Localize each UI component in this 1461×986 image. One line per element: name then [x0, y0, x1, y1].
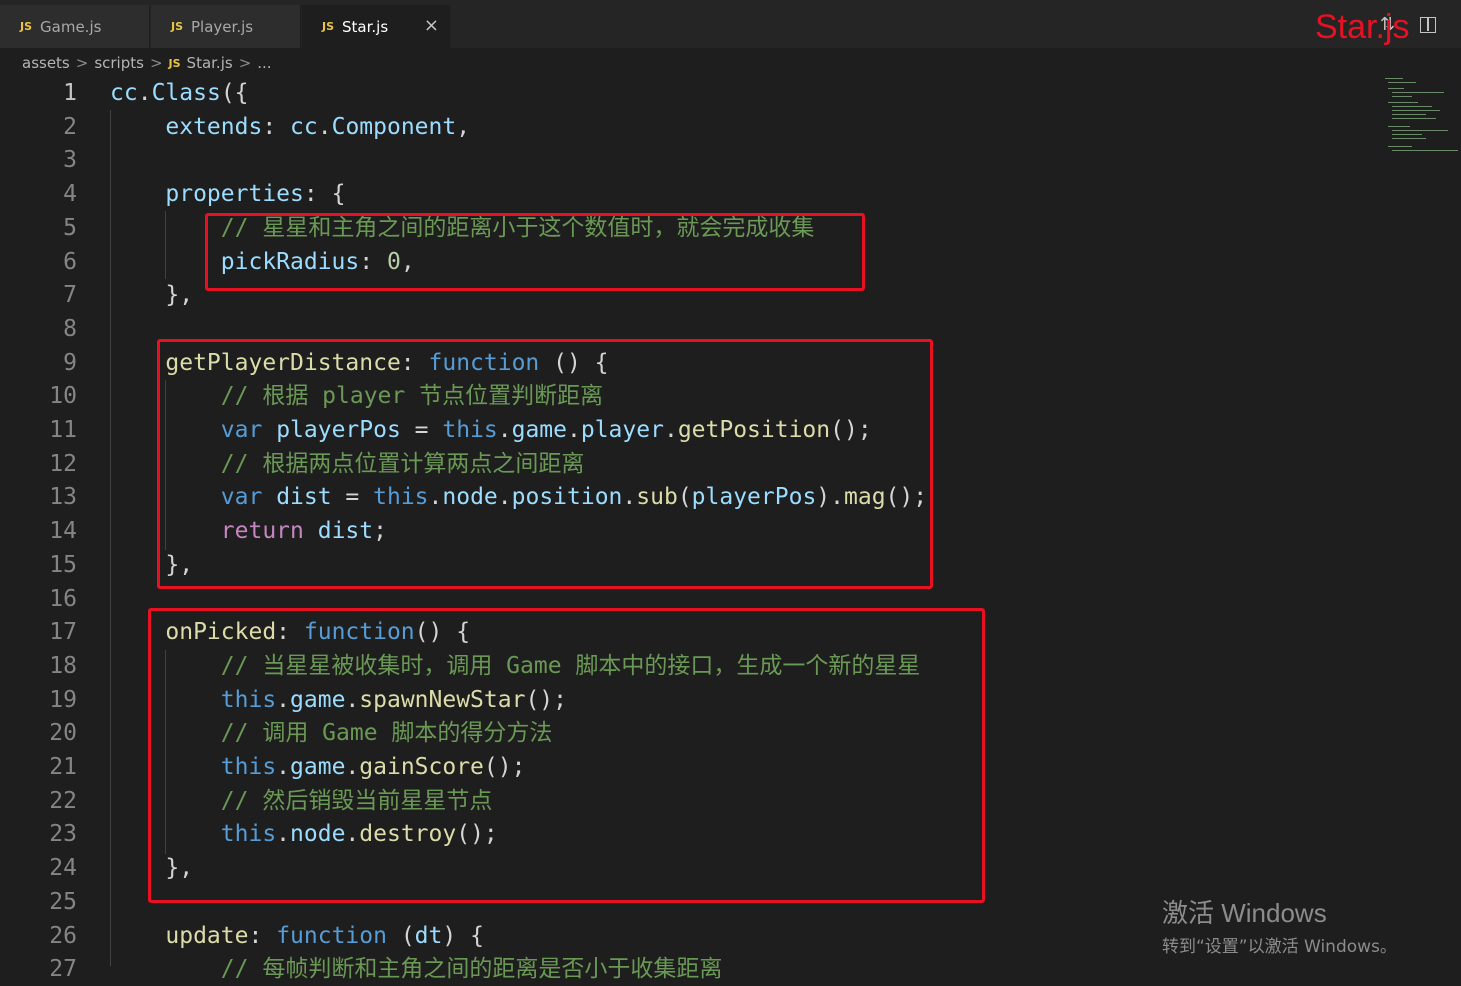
code-token: : [248, 922, 277, 949]
line-number: 22 [49, 787, 77, 814]
code-token: function [276, 922, 387, 949]
code-token: ({ [220, 80, 249, 106]
code-text: // 每帧判断和主角之间的距离是否小于收集距离 [110, 952, 723, 986]
code-editor[interactable]: 1 cc.Class({2 extends: cc.Component, 3 4 pr… [0, 76, 1461, 982]
code-token: : { [303, 181, 346, 208]
highlight-box-properties [205, 213, 865, 291]
line-number: 10 [49, 383, 77, 410]
line-number: 7 [63, 282, 77, 309]
line-number: 3 [63, 147, 77, 174]
code-token: , [456, 113, 471, 140]
chevron-right-icon: > [238, 54, 252, 72]
code-token: Component [331, 113, 457, 140]
windows-activation-watermark: 激活 Windows 转到“设置”以激活 Windows。 [1162, 893, 1397, 957]
line-number: 12 [49, 450, 77, 477]
line-number: 4 [63, 181, 77, 208]
line-number: 20 [49, 720, 77, 747]
code-text: properties: { [110, 177, 345, 211]
line-number: 24 [49, 855, 77, 882]
code-line[interactable]: 3 [0, 143, 1380, 177]
code-text: cc.Class({ [110, 76, 249, 110]
code-token: : [262, 113, 291, 140]
chevron-right-icon: > [75, 54, 89, 72]
line-number: 9 [63, 349, 77, 376]
line-number: 19 [49, 686, 77, 713]
code-token: . [137, 80, 152, 106]
tab-star-js[interactable]: JS Star.js × [302, 5, 450, 48]
line-number: 26 [49, 922, 77, 949]
code-line[interactable]: 4 properties: { [0, 177, 1380, 211]
minimap[interactable] [1380, 76, 1460, 156]
javascript-file-icon: JS [20, 20, 33, 33]
code-text: extends: cc.Component, [110, 110, 470, 144]
code-line[interactable]: 1 cc.Class({ [0, 76, 1380, 110]
code-token: properties [165, 181, 304, 208]
tab-player-js[interactable]: JS Player.js [151, 5, 301, 48]
code-token: cc [110, 80, 138, 106]
watermark-title: 激活 Windows [1162, 898, 1327, 928]
code-token: extends [165, 113, 263, 140]
tab-label: Star.js [342, 17, 389, 36]
tab-game-js[interactable]: JS Game.js [0, 5, 150, 48]
line-number: 17 [49, 619, 77, 646]
line-number: 13 [49, 484, 77, 511]
javascript-file-icon: JS [322, 20, 335, 33]
code-token: }, [110, 282, 194, 309]
close-icon[interactable]: × [424, 15, 439, 36]
breadcrumb-file[interactable]: Star.js [187, 54, 233, 72]
split-editor-icon[interactable] [1420, 17, 1436, 33]
line-number: 11 [49, 417, 77, 443]
code-token: Class [151, 80, 221, 106]
code-token: // 每帧判断和主角之间的距离是否小于收集距离 [220, 956, 723, 983]
code-line[interactable]: 2 extends: cc.Component, [0, 110, 1380, 144]
line-number: 16 [49, 585, 77, 612]
highlight-box-get-player-distance [157, 339, 933, 589]
javascript-file-icon: JS [171, 20, 184, 33]
code-token: dt [414, 922, 443, 949]
code-text: }, [110, 278, 193, 312]
tab-bar: JS Game.js JS Player.js JS Star.js × ⇅ S… [0, 0, 1461, 48]
code-token: update [165, 922, 249, 949]
line-number: 21 [49, 754, 77, 780]
line-number: 14 [49, 518, 77, 545]
javascript-file-icon: JS [168, 56, 181, 70]
line-number: 25 [49, 888, 77, 915]
line-number: 15 [49, 551, 77, 578]
line-number: 27 [49, 956, 77, 983]
line-number: 2 [63, 113, 77, 140]
code-text: update: function (dt) { [110, 919, 484, 953]
line-number: 23 [49, 821, 77, 848]
line-number: 18 [49, 652, 77, 679]
watermark-subtitle: 转到“设置”以激活 Windows。 [1162, 937, 1397, 957]
tab-label: Game.js [40, 17, 102, 36]
breadcrumb-assets[interactable]: assets [22, 54, 70, 72]
annotation-title: Star.js [1315, 8, 1410, 46]
tab-label: Player.js [191, 17, 254, 36]
line-number: 8 [63, 315, 77, 342]
code-token: . [317, 113, 332, 140]
code-token: ( [386, 922, 415, 949]
chevron-right-icon: > [149, 54, 163, 72]
code-token: cc [290, 113, 318, 140]
code-line[interactable]: 27 // 每帧判断和主角之间的距离是否小于收集距离 [0, 952, 1380, 986]
line-number: 6 [63, 248, 77, 275]
breadcrumb: assets > scripts > JS Star.js > ... [22, 52, 272, 74]
code-token: ) { [442, 922, 484, 949]
line-number: 5 [63, 214, 77, 241]
breadcrumb-symbol[interactable]: ... [257, 54, 271, 72]
line-number: 1 [63, 80, 77, 106]
breadcrumb-scripts[interactable]: scripts [94, 54, 144, 72]
highlight-box-on-picked [148, 608, 985, 903]
